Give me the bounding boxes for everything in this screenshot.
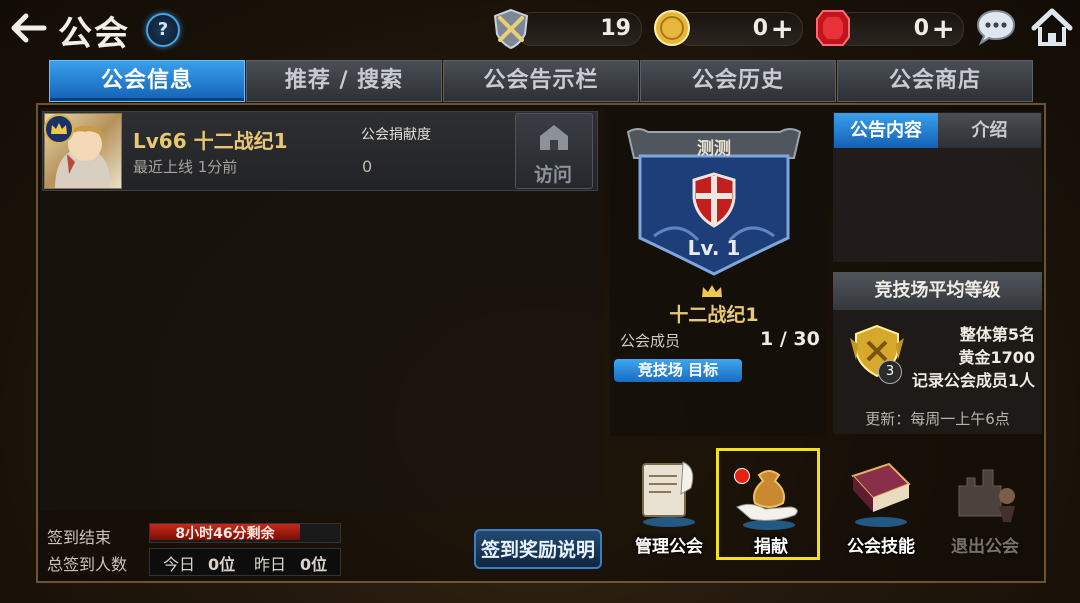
rank-badge-level: 3 (878, 360, 902, 384)
leader-crown-badge-icon (44, 114, 74, 144)
arena-update-note: 更新：每周一上午6点 (865, 410, 1010, 428)
help-button[interactable]: ? (146, 13, 180, 47)
ruby-value: 0 (913, 16, 929, 41)
arena-average-title: 竞技场平均等级 (833, 272, 1042, 310)
donate-button[interactable]: 捐献 (716, 448, 820, 560)
shield-swords-icon (493, 8, 529, 50)
checkin-total-label: 总签到人数 (47, 555, 128, 574)
tab-guild-board[interactable]: 公会告示栏 (443, 60, 639, 102)
guild-name: 测测 (697, 139, 731, 159)
today-value: 0位 (208, 555, 236, 574)
yesterday-value: 0位 (300, 555, 328, 574)
tab-notice-intro[interactable]: 介绍 (938, 113, 1041, 148)
chat-icon[interactable] (975, 8, 1017, 46)
tab-guild-info[interactable]: 公会信息 (49, 60, 245, 102)
guild-leader-name: 十二战纪1 (669, 304, 759, 326)
guild-skill-label: 公会技能 (847, 537, 915, 557)
guild-members-value: 1 / 30 (760, 328, 820, 350)
guild-skill-button[interactable]: 公会技能 (829, 448, 933, 560)
gold-add-button[interactable]: + (771, 12, 794, 45)
gold-counter: 0 + (675, 12, 803, 46)
ruby-icon (816, 10, 850, 46)
house-icon (540, 125, 568, 150)
leader-crown-icon (702, 285, 722, 297)
checkin-reward-info-button[interactable]: 签到奖励说明 (474, 529, 602, 569)
leave-guild-button[interactable]: 退出公会 (933, 448, 1037, 560)
leave-guild-label: 退出公会 (951, 537, 1019, 557)
member-name: Lv66 十二战纪1 (133, 129, 288, 153)
notification-dot (734, 468, 750, 484)
tab-notice-content[interactable]: 公告内容 (834, 113, 938, 148)
clipboard-quill-icon (642, 461, 695, 527)
manage-guild-button[interactable]: 管理公会 (617, 448, 721, 560)
gold-value: 0 (752, 16, 768, 41)
checkin-end-label: 签到结束 (47, 528, 112, 547)
castle-exit-icon (958, 469, 1015, 522)
arena-target-button[interactable]: 竞技场 目标 (614, 359, 742, 382)
skill-book-icon (851, 462, 911, 527)
tab-recommend-search[interactable]: 推荐 / 搜索 (246, 60, 442, 102)
tab-guild-history[interactable]: 公会历史 (640, 60, 836, 102)
red-shield-emblem-icon (692, 172, 736, 228)
gold-coin-icon (654, 10, 690, 46)
donate-label: 捐献 (754, 537, 788, 557)
tab-guild-shop[interactable]: 公会商店 (837, 60, 1033, 102)
back-arrow-icon[interactable] (8, 8, 48, 48)
visit-label: 访问 (533, 164, 572, 186)
contribution-value: 0 (362, 157, 373, 176)
arena-rank: 整体第5名 (959, 325, 1035, 344)
home-icon[interactable] (1030, 6, 1074, 48)
today-label: 今日 (163, 555, 196, 574)
page-title: 公会 (58, 14, 130, 54)
contribution-label: 公会捐献度 (361, 127, 431, 143)
guild-members-label: 公会成员 (620, 332, 681, 350)
arena-recorded-members: 记录公会成员1人 (911, 371, 1035, 390)
checkin-time-left: 8小时46分剩余 (175, 526, 275, 542)
arena-tier: 黄金1700 (958, 348, 1035, 367)
arena-token-value: 19 (600, 16, 631, 41)
ruby-counter: 0 + (836, 12, 964, 46)
yesterday-label: 昨日 (254, 555, 287, 574)
arena-token-counter: 19 (516, 12, 642, 46)
manage-guild-label: 管理公会 (635, 537, 703, 557)
guild-level: Lv. 1 (687, 236, 741, 260)
ruby-add-button[interactable]: + (932, 12, 955, 45)
member-last-online: 最近上线 1分前 (133, 158, 238, 176)
